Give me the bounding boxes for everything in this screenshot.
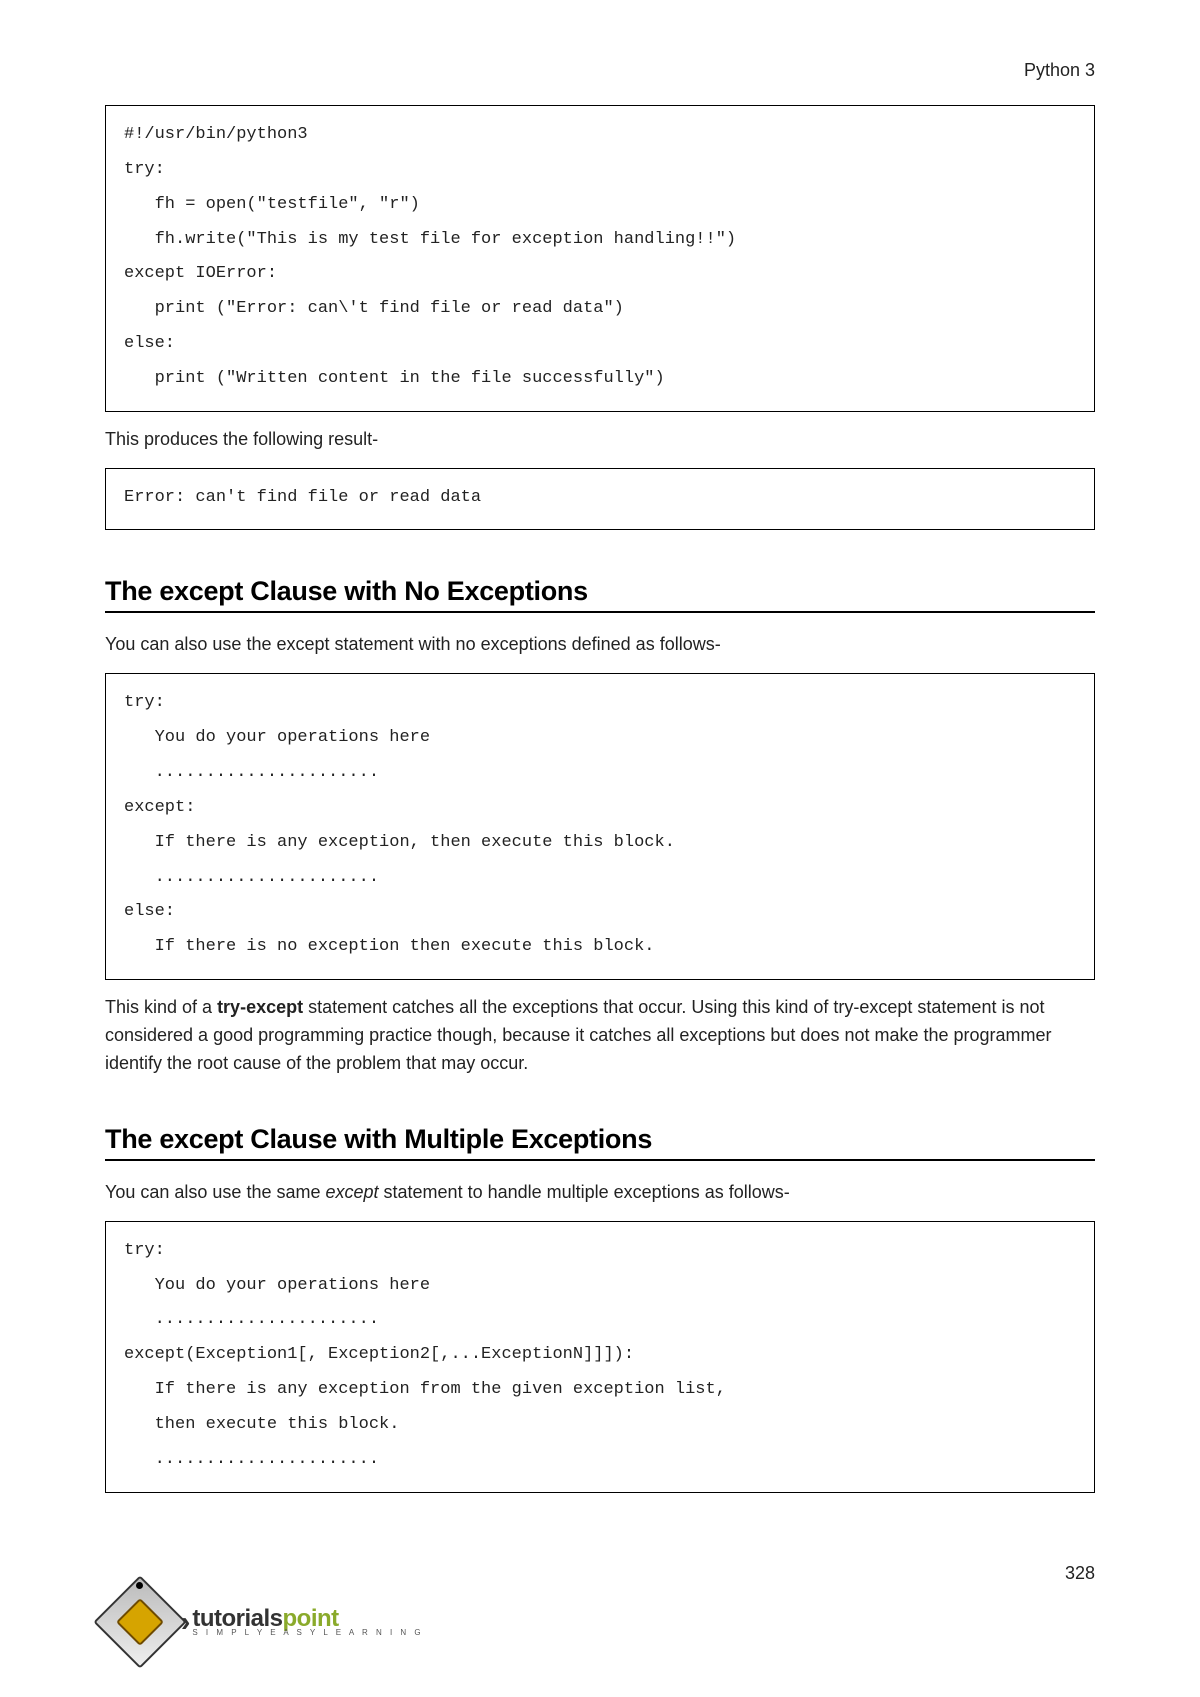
heading-except-multiple-exceptions: The except Clause with Multiple Exceptio…	[105, 1124, 1095, 1161]
logo-tagline: S I M P L Y E A S Y L E A R N I N G	[192, 1629, 423, 1638]
bold-try-except: try-except	[217, 997, 303, 1017]
heading-prefix: The	[105, 1124, 159, 1154]
page-number: 328	[1065, 1563, 1095, 1584]
heading-suffix: Clause with No Exceptions	[243, 576, 588, 606]
page: Python 3 #!/usr/bin/python3 try: fh = op…	[0, 0, 1200, 1697]
code-block-output: Error: can't find file or read data	[105, 468, 1095, 531]
italic-except: except	[325, 1182, 378, 1202]
code-block-no-exceptions: try: You do your operations here .......…	[105, 673, 1095, 980]
heading-keyword: except	[159, 1124, 243, 1154]
page-content: #!/usr/bin/python3 try: fh = open("testf…	[105, 105, 1095, 1493]
text: This kind of a	[105, 997, 217, 1017]
heading-prefix: The	[105, 576, 159, 606]
para-result-intro: This produces the following result-	[105, 426, 1095, 454]
heading-suffix: Clause with Multiple Exceptions	[243, 1124, 652, 1154]
tutorialspoint-logo: › tutorialspoint S I M P L Y E A S Y L E…	[105, 1587, 424, 1657]
heading-keyword: except	[159, 576, 243, 606]
para-multiple-exceptions-intro: You can also use the same except stateme…	[105, 1179, 1095, 1207]
para-no-exceptions-explain: This kind of a try-except statement catc…	[105, 994, 1095, 1078]
text: You can also use the same	[105, 1182, 325, 1202]
para-no-exceptions-intro: You can also use the except statement wi…	[105, 631, 1095, 659]
logo-text: tutorialspoint S I M P L Y E A S Y L E A…	[192, 1606, 423, 1638]
code-block-1: #!/usr/bin/python3 try: fh = open("testf…	[105, 105, 1095, 412]
heading-except-no-exceptions: The except Clause with No Exceptions	[105, 576, 1095, 613]
logo-mark-icon	[105, 1587, 175, 1657]
text: statement to handle multiple exceptions …	[379, 1182, 790, 1202]
header-title: Python 3	[1024, 60, 1095, 81]
code-block-multiple-exceptions: try: You do your operations here .......…	[105, 1221, 1095, 1493]
